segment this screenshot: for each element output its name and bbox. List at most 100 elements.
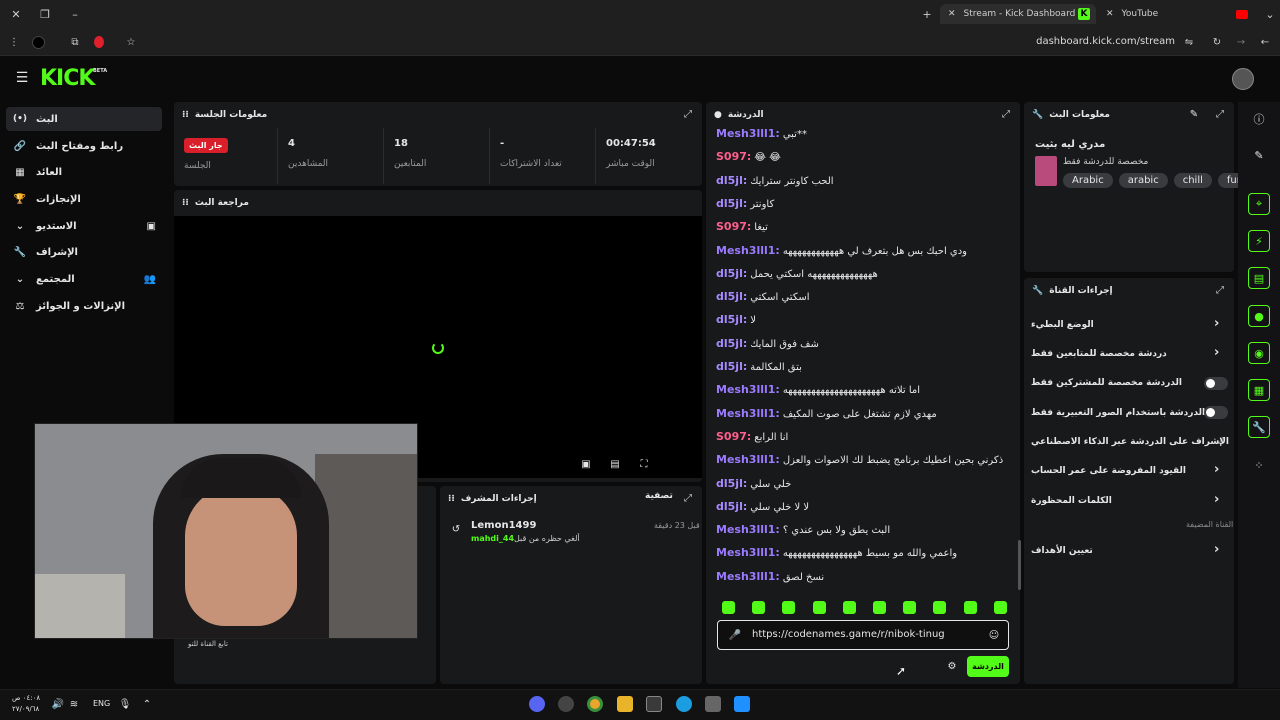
chevron-right-icon[interactable]: ›	[1214, 345, 1219, 360]
sidebar-item-drops[interactable]: ⚖ الإنزالات و الجوائز	[6, 294, 162, 318]
extension-icon[interactable]: ⧉	[68, 35, 82, 49]
pip-icon[interactable]: ▣	[580, 458, 592, 470]
send-chat-button[interactable]: الدردشة	[967, 656, 1009, 677]
windows-start-icon[interactable]	[734, 696, 750, 712]
emote-icon[interactable]	[873, 601, 886, 614]
info-icon[interactable]: ⓘ	[1248, 108, 1270, 130]
clock-date[interactable]: ٢٧/٠٩/٦٨	[12, 705, 39, 713]
emote-icon[interactable]	[903, 601, 917, 614]
chat-username[interactable]: Mesh3lll1:	[716, 453, 780, 466]
followers-only-row[interactable]: دردشة مخصصة للمتابعين فقط	[1031, 349, 1167, 359]
chat-input-value[interactable]: https://codenames.game/r/nibok-tinug	[752, 629, 945, 640]
banned-words-row[interactable]: الكلمات المحظورة	[1031, 496, 1112, 506]
wrench-icon[interactable]: 🔧	[1248, 416, 1270, 438]
chat-username[interactable]: Mesh3lll1:	[716, 383, 780, 396]
close-tab-icon[interactable]: ✕	[948, 9, 956, 19]
document-icon[interactable]: ▤	[1248, 267, 1270, 289]
chat-input[interactable]: 🎤 https://codenames.game/r/nibok-tinug ☺	[717, 620, 1009, 650]
fullscreen-icon[interactable]: ⛶	[638, 458, 650, 470]
chat-username[interactable]: dl5jl:	[716, 290, 747, 303]
chat-username[interactable]: S097:	[716, 220, 751, 233]
account-age-row[interactable]: القيود المفروضة على عمر الحساب	[1031, 466, 1186, 476]
chat-username[interactable]: dl5jl:	[716, 174, 747, 187]
tray-expand-icon[interactable]: ⌃	[142, 698, 152, 710]
expand-icon[interactable]: ⤢	[682, 108, 694, 120]
microphone-icon[interactable]: 🎤	[729, 628, 741, 642]
expand-icon[interactable]: ⤢	[1214, 284, 1226, 296]
category-thumbnail[interactable]	[1035, 156, 1057, 186]
emotes-only-toggle[interactable]	[1204, 406, 1228, 419]
tab-kick-dashboard[interactable]: ✕ Stream - Kick Dashboard K	[940, 4, 1096, 24]
chat-username[interactable]: dl5jl:	[716, 500, 747, 513]
chevron-down-icon[interactable]: ⌄	[1262, 6, 1278, 22]
chat-username[interactable]: dl5jl:	[716, 197, 747, 210]
new-tab-icon[interactable]: +	[919, 6, 935, 22]
edit-pencil-icon[interactable]: ✎	[1188, 108, 1200, 120]
language-indicator[interactable]: ENG	[93, 699, 110, 708]
chat-username[interactable]: S097:	[716, 430, 751, 443]
forward-icon[interactable]: →	[1234, 35, 1248, 49]
chat-username[interactable]: dl5jl:	[716, 477, 747, 490]
kick-logo[interactable]: KICK	[40, 66, 95, 91]
external-link-icon[interactable]: ⤢	[1216, 436, 1226, 446]
wifi-icon[interactable]: ≋	[68, 698, 80, 710]
emote-icon[interactable]	[782, 601, 796, 614]
chat-username[interactable]: Mesh3lll1:	[716, 546, 780, 559]
emote-icon[interactable]	[933, 601, 947, 614]
set-goals-row[interactable]: تعيين الأهداف	[1031, 546, 1093, 556]
chevron-right-icon[interactable]: ›	[1214, 492, 1219, 507]
hamburger-menu-icon[interactable]: ☰	[14, 70, 30, 86]
category-name[interactable]: مخصصة للدردشة فقط	[1063, 157, 1148, 167]
sidebar-item-achievements[interactable]: 🏆 الإنجازات	[6, 187, 162, 211]
menu-dots-icon[interactable]: ⋮	[8, 35, 20, 49]
chat-username[interactable]: Mesh3lll1:	[716, 244, 780, 257]
emote-icon[interactable]	[993, 601, 1007, 614]
drag-handle-icon[interactable]: ⁝⁝	[182, 110, 189, 120]
tab-youtube[interactable]: ✕ YouTube	[1098, 4, 1254, 24]
clock-time[interactable]: ٠٤:٠٨ ص	[12, 694, 40, 702]
emoji-picker-icon[interactable]: ☺	[988, 629, 1000, 641]
chat-username[interactable]: Mesh3lll1:	[716, 127, 780, 140]
emote-icon[interactable]	[842, 601, 856, 614]
filter-button[interactable]: تصفية	[645, 491, 673, 501]
chevron-right-icon[interactable]: ›	[1214, 462, 1219, 477]
camera-focus-icon[interactable]: ⌖	[1248, 193, 1270, 215]
minimize-window-icon[interactable]: –	[67, 6, 83, 22]
mod-entry-actor[interactable]: mahdi_44	[471, 534, 514, 543]
mod-entry-user[interactable]: Lemon1499	[471, 520, 536, 531]
sidebar-item-moderation[interactable]: 🔧 الإشراف	[6, 240, 162, 264]
chat-username[interactable]: dl5jl:	[716, 360, 747, 373]
chat-username[interactable]: dl5jl:	[716, 337, 747, 350]
chat-username[interactable]: dl5jl:	[716, 313, 747, 326]
chat-username[interactable]: dl5jl:	[716, 267, 747, 280]
ai-moderation-row[interactable]: الإشراف على الدردشة عبر الذكاء الاصطناعي	[1031, 437, 1229, 447]
reload-icon[interactable]: ↻	[1210, 35, 1224, 49]
chevron-right-icon[interactable]: ›	[1214, 542, 1219, 557]
task-view-icon[interactable]	[705, 696, 721, 712]
chat-username[interactable]: S097:	[716, 150, 751, 163]
subscribers-only-toggle[interactable]	[1204, 377, 1228, 390]
expand-icon[interactable]: ⤢	[1000, 108, 1012, 120]
emote-icon[interactable]	[812, 601, 826, 614]
expand-icon[interactable]: ⤢	[1214, 108, 1226, 120]
chat-username[interactable]: Mesh3lll1:	[716, 407, 780, 420]
profile-icon[interactable]	[32, 36, 45, 49]
site-settings-icon[interactable]: ⇋	[1182, 35, 1196, 49]
discord-icon[interactable]	[529, 696, 545, 712]
restore-window-icon[interactable]: ❐	[37, 6, 53, 22]
sidebar-item-revenue[interactable]: ▦ العائد	[6, 160, 162, 184]
avatar[interactable]	[1232, 68, 1254, 90]
chat-bubble-icon[interactable]: ●	[1248, 305, 1270, 327]
drag-handle-icon[interactable]: ⁝⁝	[448, 494, 455, 504]
sidebar-item-stream[interactable]: (•) البث	[6, 107, 162, 131]
store-icon[interactable]	[646, 696, 662, 712]
emote-icon[interactable]	[722, 601, 735, 614]
chat-username[interactable]: Mesh3lll1:	[716, 570, 780, 583]
back-icon[interactable]: ←	[1258, 35, 1272, 49]
chevron-right-icon[interactable]: ›	[1214, 316, 1219, 331]
url-field[interactable]: dashboard.kick.com/stream	[960, 36, 1175, 50]
close-tab-icon[interactable]: ✕	[1106, 9, 1114, 19]
sidebar-item-studio[interactable]: ⌄ الاستديو ▣	[6, 214, 162, 238]
drag-handle-icon[interactable]: ⁝⁝	[182, 198, 189, 208]
layout-icon[interactable]: ▦	[1248, 379, 1270, 401]
